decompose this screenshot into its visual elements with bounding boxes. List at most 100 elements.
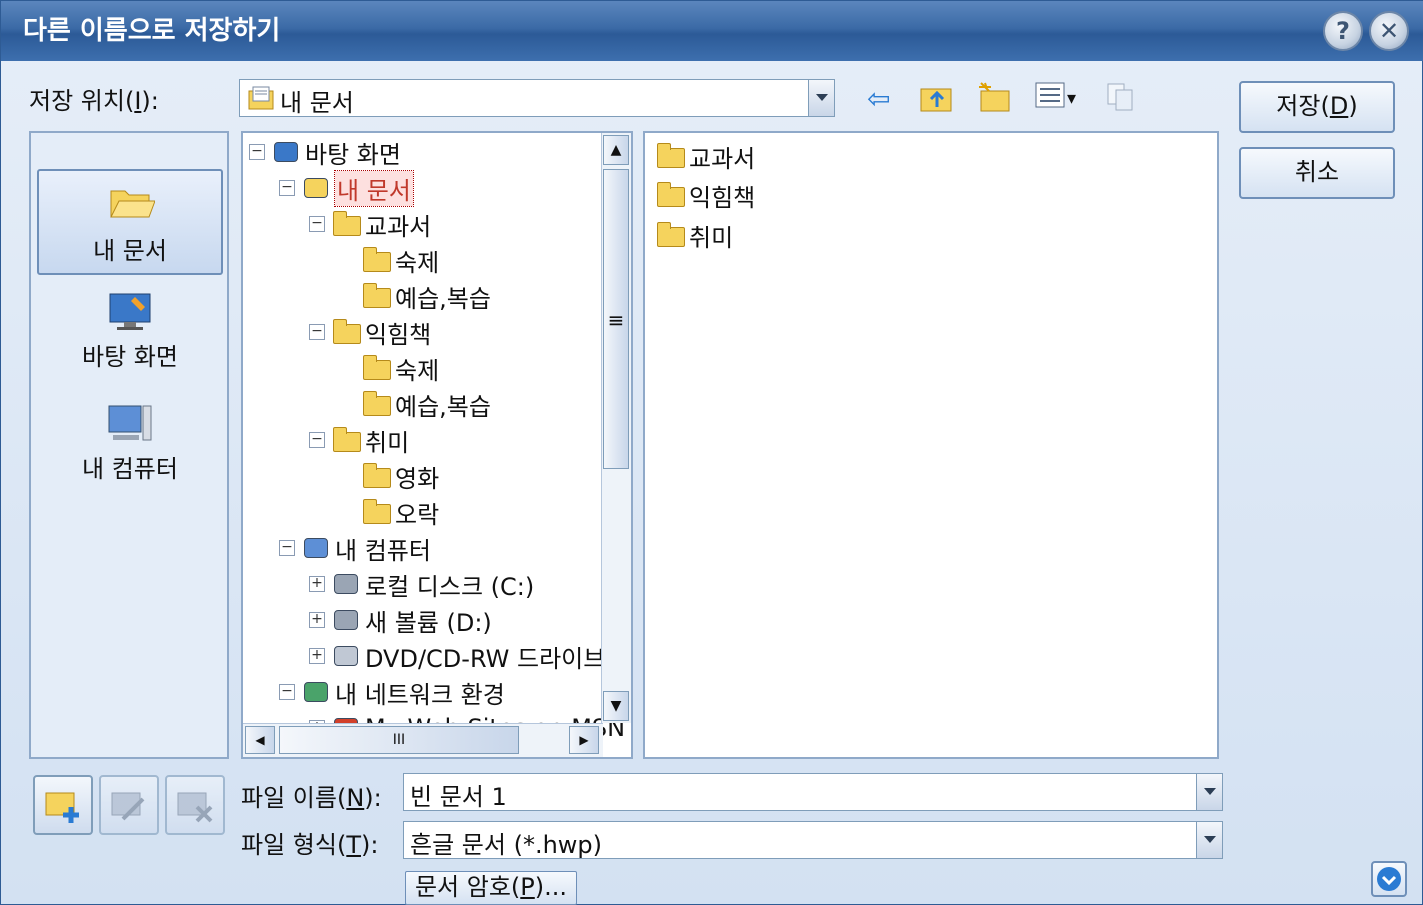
expand-icon[interactable]: + — [309, 612, 325, 628]
scroll-right-button[interactable]: ▶ — [569, 726, 599, 754]
list-item[interactable]: 취미 — [655, 218, 733, 252]
folder-icon — [361, 247, 391, 273]
tree-item[interactable]: − 내 문서 — [279, 169, 414, 207]
views-button[interactable]: ▾ — [1035, 81, 1076, 117]
hscroll-thumb[interactable]: III — [279, 726, 519, 754]
views-dropdown-icon: ▾ — [1067, 88, 1077, 109]
tree-item[interactable]: − 내 네트워크 환경 — [279, 675, 505, 709]
folder-icon — [361, 283, 391, 309]
filetype-select[interactable]: 흔글 문서 (*.hwp) — [403, 821, 1223, 859]
filename-combo[interactable]: 빈 문서 1 — [403, 773, 1223, 811]
tree-item[interactable]: − 내 컴퓨터 — [279, 531, 431, 565]
tree-item-label: 취미 — [365, 428, 410, 457]
collapse-icon[interactable]: − — [279, 684, 295, 700]
add-place-button[interactable] — [33, 775, 93, 835]
tree-item[interactable]: − 교과서 — [309, 207, 431, 241]
tree-item[interactable]: − 익힘책 — [309, 315, 431, 349]
tree-item[interactable]: 예습,복습 — [339, 387, 491, 421]
collapse-icon[interactable]: − — [249, 144, 265, 160]
save-location-combo[interactable]: 내 문서 — [239, 79, 835, 117]
tree-item[interactable]: − 바탕 화면 — [249, 135, 401, 169]
chevron-down-icon[interactable] — [808, 80, 834, 116]
drive-icon — [331, 571, 361, 597]
up-folder-button[interactable] — [919, 81, 955, 117]
list-item[interactable]: 교과서 — [655, 139, 755, 173]
tree-item[interactable]: 영화 — [339, 459, 439, 493]
chevron-down-icon[interactable] — [1196, 774, 1222, 810]
tree-item-label: 익힘책 — [365, 320, 432, 349]
collapse-icon[interactable]: − — [309, 216, 325, 232]
new-folder-icon — [979, 82, 1010, 112]
back-arrow-icon: ⇦ — [867, 82, 891, 115]
tree-item-label: 내 문서 — [334, 169, 414, 207]
copy-button[interactable] — [1105, 81, 1137, 117]
cancel-button[interactable]: 취소 — [1239, 147, 1395, 199]
tree-item[interactable]: − 취미 — [309, 423, 409, 457]
folder-tree[interactable]: − 바탕 화면 − 내 문서 − 교과서 숙제 예습,복습 − 익힘책 숙제 예습,복습 − 취미 영화 오락… — [241, 131, 633, 759]
button-hotkey: P — [520, 873, 535, 901]
label-text: 파일 이름( — [241, 784, 347, 812]
folder-delete-icon — [177, 792, 213, 823]
tree-item[interactable]: 예습,복습 — [339, 279, 491, 313]
button-text: )... — [534, 873, 568, 901]
scroll-down-button[interactable]: ▼ — [603, 691, 629, 721]
folder-icon — [361, 391, 391, 417]
place-desktop[interactable]: 바탕 화면 — [37, 285, 223, 391]
filetype-value: 흔글 문서 (*.hwp) — [410, 831, 603, 859]
label-text: ): — [360, 831, 379, 859]
label-text: 파일 형식( — [241, 831, 347, 859]
item-label: 취미 — [689, 223, 734, 252]
view-list-icon — [1035, 82, 1065, 108]
scroll-left-button[interactable]: ◀ — [245, 726, 275, 754]
document-password-button[interactable]: 문서 암호(P)... — [405, 871, 577, 905]
label-text: ): — [364, 784, 382, 812]
folder-icon — [361, 355, 391, 381]
collapse-icon[interactable]: − — [279, 180, 295, 196]
tree-item[interactable]: 숙제 — [339, 351, 439, 385]
list-item[interactable]: 익힘책 — [655, 178, 755, 212]
options-icon — [1377, 867, 1401, 891]
back-button[interactable]: ⇦ — [867, 81, 890, 117]
help-icon: ? — [1336, 17, 1350, 45]
tree-item-label: 내 네트워크 환경 — [335, 680, 505, 709]
arrow-left-icon: ◀ — [255, 733, 265, 747]
collapse-icon[interactable]: − — [309, 432, 325, 448]
save-button[interactable]: 저장(D) — [1239, 81, 1395, 133]
edit-place-button[interactable] — [99, 775, 159, 835]
tree-item[interactable]: + 로컬 디스크 (C:) — [309, 567, 534, 601]
tree-item-label: DVD/CD-RW 드라이브 — [365, 644, 606, 673]
filename-input[interactable]: 빈 문서 1 — [410, 777, 507, 812]
close-button[interactable]: ✕ — [1369, 11, 1409, 51]
tree-item[interactable]: + DVD/CD-RW 드라이브 — [309, 639, 605, 673]
help-button[interactable]: ? — [1323, 11, 1363, 51]
label-text: ): — [141, 87, 159, 115]
scroll-thumb[interactable]: ≡ — [603, 169, 629, 469]
expand-icon[interactable]: + — [309, 576, 325, 592]
delete-place-button[interactable] — [165, 775, 225, 835]
tree-item-label: 새 볼륨 (D:) — [365, 608, 492, 637]
place-my-computer[interactable]: 내 컴퓨터 — [37, 397, 223, 503]
tree-vertical-scrollbar[interactable]: ▲ ≡ ▼ — [601, 133, 631, 723]
folder-icon — [655, 182, 685, 208]
folder-add-icon — [45, 792, 79, 823]
window-title: 다른 이름으로 저장하기 — [23, 16, 281, 46]
scroll-up-button[interactable]: ▲ — [603, 135, 629, 165]
tree-item[interactable]: + 새 볼륨 (D:) — [309, 603, 492, 637]
new-folder-button[interactable] — [977, 81, 1011, 117]
tree-item[interactable]: 숙제 — [339, 243, 439, 277]
collapse-icon[interactable]: − — [279, 540, 295, 556]
options-button[interactable] — [1371, 861, 1407, 897]
place-my-documents[interactable]: 내 문서 — [37, 169, 223, 275]
collapse-icon[interactable]: − — [309, 324, 325, 340]
places-bar: 내 문서 바탕 화면 내 컴퓨터 — [29, 131, 229, 759]
expand-icon[interactable]: + — [309, 648, 325, 664]
tree-item[interactable]: 오락 — [339, 495, 439, 529]
close-icon: ✕ — [1378, 17, 1400, 45]
tree-horizontal-scrollbar[interactable]: ◀ III ▶ — [243, 723, 603, 757]
computer-icon — [301, 535, 331, 561]
save-location-label: 저장 위치(I): — [29, 81, 159, 116]
file-list[interactable]: 교과서 익힘책 취미 — [643, 131, 1219, 759]
chevron-down-icon[interactable] — [1196, 822, 1222, 858]
computer-icon — [108, 405, 152, 441]
dvd-icon — [331, 643, 361, 669]
